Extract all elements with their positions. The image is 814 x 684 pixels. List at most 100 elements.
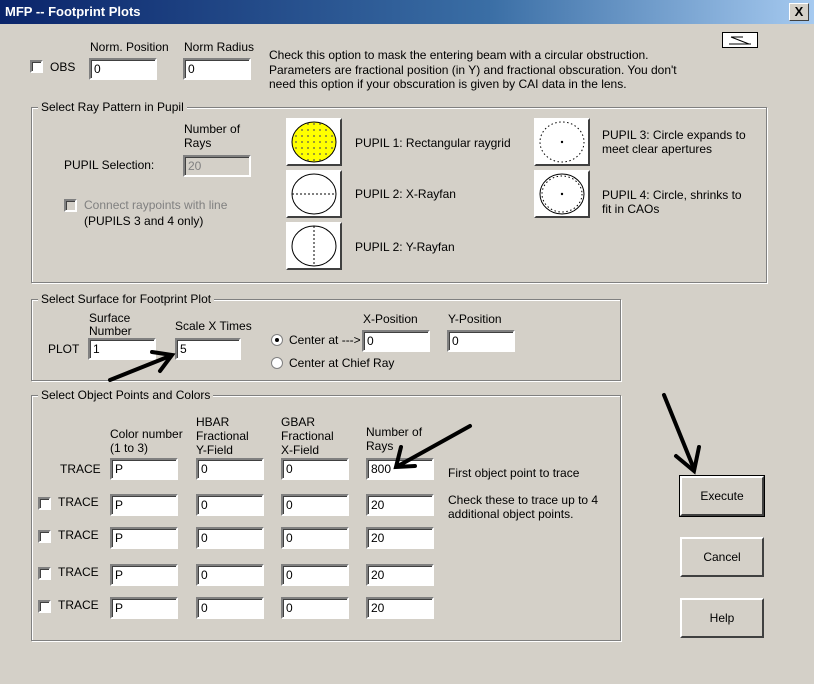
trace-2-rays-input[interactable] [366, 494, 434, 516]
trace-5-gbar-input[interactable] [281, 597, 349, 619]
help-button[interactable]: Help [680, 598, 764, 638]
trace-2-gbar-input[interactable] [281, 494, 349, 516]
trace-4-color-input[interactable] [110, 564, 178, 586]
trace-label: TRACE [58, 565, 99, 579]
connect-raypoints-checkbox[interactable] [64, 199, 77, 212]
trace-2-hbar-input[interactable] [196, 494, 264, 516]
pupil-2x-button[interactable] [286, 170, 342, 218]
check-note-1: Check these to trace up to 4 [448, 493, 599, 507]
execute-button[interactable]: Execute [679, 475, 765, 517]
trace-4-gbar-input[interactable] [281, 564, 349, 586]
trace-1-rays-input[interactable] [366, 458, 434, 480]
pupil-2y-button[interactable] [286, 222, 342, 270]
trace-5-color-input[interactable] [110, 597, 178, 619]
col-color-label-1: Color number [110, 427, 183, 441]
norm-radius-label: Norm Radius [184, 40, 255, 54]
trace-5-hbar-input[interactable] [196, 597, 264, 619]
trace-4-rays-input[interactable] [366, 564, 434, 586]
pupil-1-button[interactable] [286, 118, 342, 166]
trace-label: TRACE [58, 528, 99, 542]
center-chief-ray-label: Center at Chief Ray [289, 356, 395, 370]
raygrid-dot [313, 135, 315, 137]
pupil-2-yfan-icon [291, 225, 337, 267]
col-rays-label-1: Number of [366, 425, 423, 439]
raygrid-dot [295, 141, 297, 143]
trace-4-hbar-input[interactable] [196, 564, 264, 586]
trace-5-checkbox[interactable] [38, 600, 51, 613]
surface-number-label-2: Number [89, 324, 132, 338]
trace-label: TRACE [58, 495, 99, 509]
raygrid-dot [301, 135, 303, 137]
raygrid-dot [301, 129, 303, 131]
scale-input[interactable] [175, 338, 241, 360]
col-gbar-label-3: X-Field [281, 443, 320, 457]
trace-3-rays-input[interactable] [366, 527, 434, 549]
trace-2-checkbox[interactable] [38, 497, 51, 510]
raygrid-dot [331, 135, 333, 137]
trace-3-gbar-input[interactable] [281, 527, 349, 549]
trace-1-gbar-input[interactable] [281, 458, 349, 480]
scale-label: Scale X Times [175, 319, 252, 333]
pupil-3-circle-expand-icon [539, 121, 585, 163]
col-hbar-label-3: Y-Field [196, 443, 233, 457]
surface-number-input[interactable] [88, 338, 156, 360]
col-gbar-label-1: GBAR [281, 415, 316, 429]
raygrid-dot [313, 147, 315, 149]
col-gbar-label-2: Fractional [281, 429, 334, 443]
trace-3-checkbox[interactable] [38, 530, 51, 543]
raygrid-dot [307, 153, 309, 155]
trace-label: TRACE [58, 598, 99, 612]
trace-label: TRACE [60, 462, 101, 476]
col-color-label-2: (1 to 3) [110, 441, 149, 455]
norm-radius-input[interactable] [183, 58, 251, 80]
raygrid-dot [331, 141, 333, 143]
norm-position-label: Norm. Position [90, 40, 169, 54]
obs-checkbox[interactable] [30, 60, 43, 73]
center-at-radio[interactable] [271, 334, 283, 346]
first-object-note: First object point to trace [448, 466, 580, 480]
raygrid-dot [313, 153, 315, 155]
obs-label: OBS [50, 60, 76, 74]
pupil-2-xfan-icon [291, 173, 337, 215]
plot-label: PLOT [48, 342, 80, 356]
raygrid-dot [313, 129, 315, 131]
pupil-3-label-1: PUPIL 3: Circle expands to [602, 128, 746, 142]
y-position-input[interactable] [447, 330, 515, 352]
trace-1-hbar-input[interactable] [196, 458, 264, 480]
raygrid-dot [301, 147, 303, 149]
edit-icon[interactable] [722, 32, 758, 48]
raygrid-dot [313, 123, 315, 125]
trace-2-color-input[interactable] [110, 494, 178, 516]
trace-3-hbar-input[interactable] [196, 527, 264, 549]
pupil-4-button[interactable] [534, 170, 590, 218]
x-position-input[interactable] [362, 330, 430, 352]
raygrid-dot [295, 147, 297, 149]
pupil-4-label-2: fit in CAOs [602, 202, 660, 216]
raygrid-dot [319, 159, 321, 161]
norm-position-input[interactable] [89, 58, 157, 80]
center-chief-ray-radio[interactable] [271, 357, 283, 369]
trace-4-checkbox[interactable] [38, 567, 51, 580]
raygrid-dot [325, 141, 327, 143]
trace-5-rays-input[interactable] [366, 597, 434, 619]
title-bar: MFP -- Footprint Plots X [0, 0, 814, 24]
raygrid-dot [307, 123, 309, 125]
trace-3-color-input[interactable] [110, 527, 178, 549]
pupil-3-label-2: meet clear apertures [602, 142, 713, 156]
cancel-button[interactable]: Cancel [680, 537, 764, 577]
raygrid-dot [319, 135, 321, 137]
connect-raypoints-note: (PUPILS 3 and 4 only) [84, 214, 204, 228]
num-rays-label-1: Number of [184, 122, 241, 136]
close-button[interactable]: X [789, 3, 809, 21]
objects-title: Select Object Points and Colors [38, 388, 214, 402]
raygrid-dot [319, 129, 321, 131]
pupil-4-circle-shrink-icon [539, 173, 585, 215]
pupil-3-button[interactable] [534, 118, 590, 166]
num-rays-input[interactable] [183, 155, 251, 177]
trace-1-color-input[interactable] [110, 458, 178, 480]
obs-help-line-2: Parameters are fractional position (in Y… [269, 63, 677, 77]
num-rays-label-2: Rays [184, 136, 212, 150]
raygrid-dot [313, 159, 315, 161]
raygrid-dot [301, 141, 303, 143]
obs-help-line-1: Check this option to mask the entering b… [269, 48, 649, 62]
